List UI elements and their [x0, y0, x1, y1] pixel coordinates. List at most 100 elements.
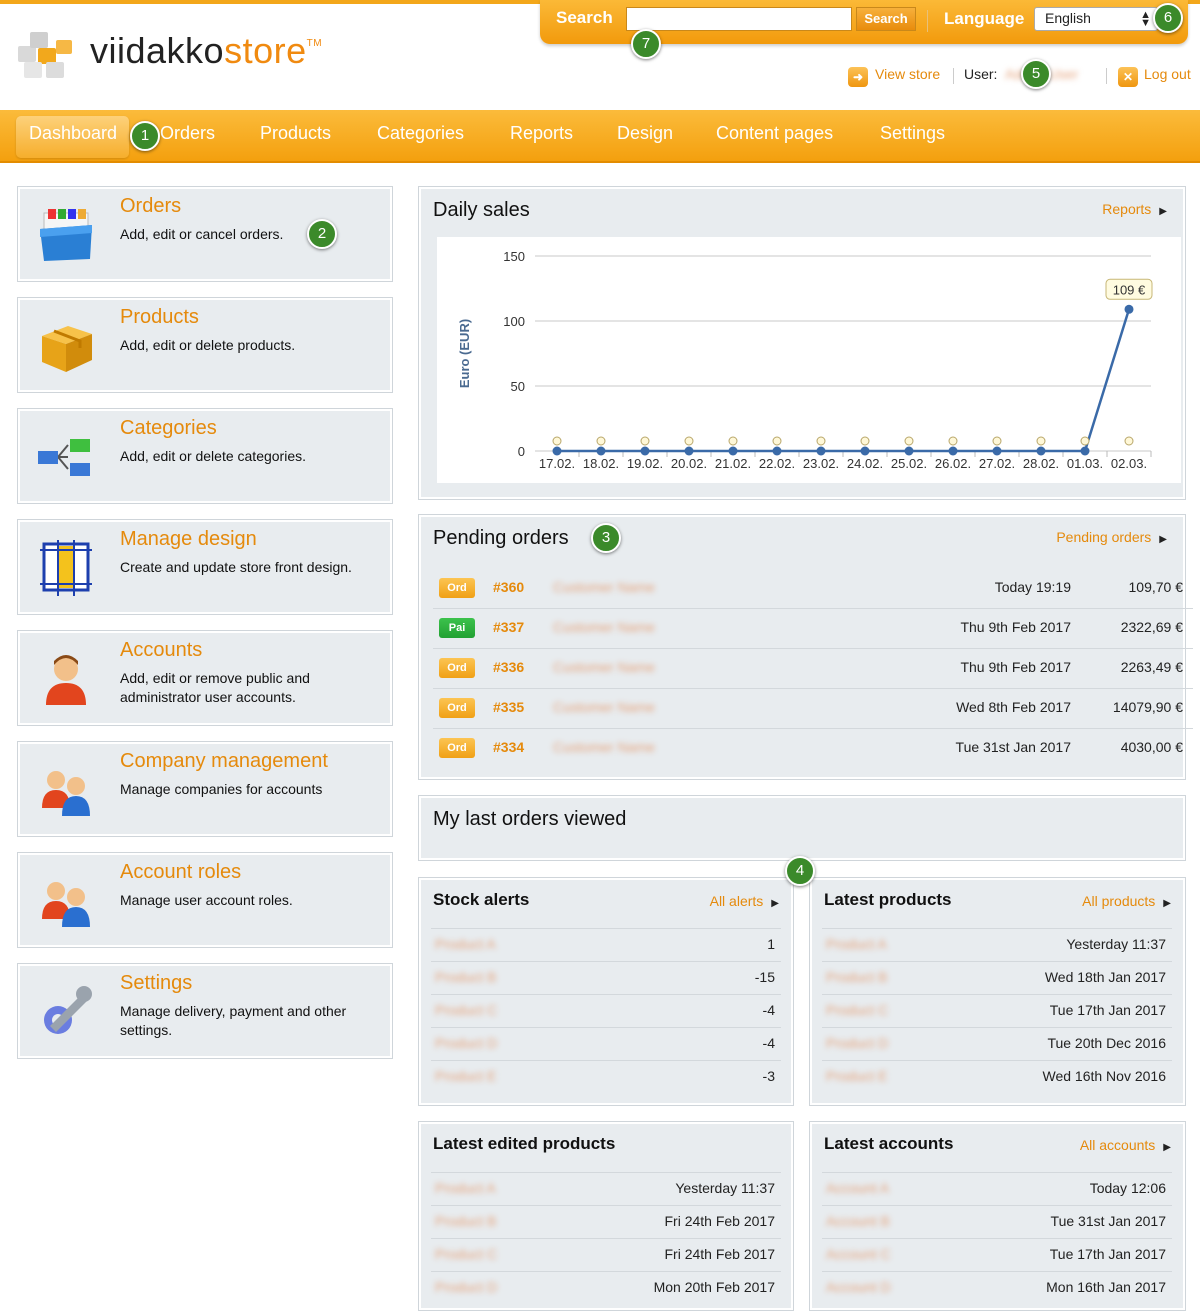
card-title[interactable]: Account roles [120, 861, 241, 884]
order-row[interactable]: Ord #336 Customer Name Thu 9th Feb 2017 … [433, 649, 1193, 689]
order-number[interactable]: #336 [493, 659, 524, 675]
latest-products-panel: Latest products All products ▶ Product A Y… [809, 877, 1186, 1106]
x-tick-label: 28.02. [1023, 456, 1059, 471]
nav-orders[interactable]: Orders [160, 123, 215, 144]
order-amount: 2322,69 € [1120, 619, 1183, 635]
search-button[interactable]: Search [856, 7, 916, 31]
logo-icon[interactable] [16, 26, 78, 82]
list-item[interactable]: Product C Fri 24th Feb 2017 [431, 1239, 781, 1272]
language-selected-value: English [1045, 10, 1091, 26]
search-input[interactable] [626, 7, 852, 31]
product-date: Wed 18th Jan 2017 [1044, 969, 1166, 985]
list-item[interactable]: Product D Tue 20th Dec 2016 [822, 1028, 1172, 1061]
list-item[interactable]: Product D -4 [431, 1028, 781, 1061]
x-tick-label: 23.02. [803, 456, 839, 471]
card-categories[interactable]: Categories Add, edit or delete categorie… [17, 408, 393, 504]
card-company-management[interactable]: Company management Manage companies for … [17, 741, 393, 837]
nav-reports[interactable]: Reports [510, 123, 573, 144]
order-date: Thu 9th Feb 2017 [960, 619, 1071, 635]
arrow-right-icon: ➜ [848, 67, 868, 87]
view-store-link[interactable]: View store [875, 66, 940, 82]
card-title[interactable]: Settings [120, 972, 192, 995]
secondary-point [1036, 436, 1046, 446]
list-item[interactable]: Product C Tue 17th Jan 2017 [822, 995, 1172, 1028]
customer-name: Customer Name [553, 739, 655, 755]
nav-settings[interactable]: Settings [880, 123, 945, 144]
all-accounts-link[interactable]: All accounts ▶ [1080, 1137, 1171, 1153]
categories-tree-icon [38, 439, 90, 476]
list-item[interactable]: Product A 1 [431, 929, 781, 962]
reports-link[interactable]: Reports ▶ [1102, 201, 1167, 217]
order-number[interactable]: #334 [493, 739, 524, 755]
x-tick-label: 25.02. [891, 456, 927, 471]
card-manage-design[interactable]: Manage design Create and update store fr… [17, 519, 393, 615]
stock-value: 1 [767, 936, 775, 952]
order-number[interactable]: #337 [493, 619, 524, 635]
list-item[interactable]: Account B Tue 31st Jan 2017 [822, 1206, 1172, 1239]
chevron-right-icon: ▶ [1159, 206, 1167, 217]
order-row[interactable]: Ord #335 Customer Name Wed 8th Feb 2017 … [433, 689, 1193, 729]
callout-marker: 2 [307, 219, 337, 249]
all-alerts-link[interactable]: All alerts ▶ [710, 893, 779, 909]
chevron-right-icon: ▶ [1163, 898, 1171, 909]
list-item[interactable]: Product E Wed 16th Nov 2016 [822, 1061, 1172, 1094]
y-tick-label: 150 [503, 249, 525, 264]
card-title[interactable]: Products [120, 306, 199, 329]
logout-link[interactable]: Log out [1144, 66, 1191, 82]
status-badge: Ord [439, 658, 475, 678]
nav-content-pages[interactable]: Content pages [716, 123, 833, 144]
order-row[interactable]: Pai #337 Customer Name Thu 9th Feb 2017 … [433, 609, 1193, 649]
list-item[interactable]: Product A Yesterday 11:37 [822, 929, 1172, 962]
list-item[interactable]: Account C Tue 17th Jan 2017 [822, 1239, 1172, 1272]
latest-accounts-panel: Latest accounts All accounts ▶ Account A T… [809, 1121, 1186, 1311]
design-layout-icon [40, 540, 92, 596]
language-select[interactable]: English ▲ ▼ [1034, 7, 1158, 31]
order-number[interactable]: #335 [493, 699, 524, 715]
list-item[interactable]: Product D Mon 20th Feb 2017 [431, 1272, 781, 1305]
card-accounts[interactable]: Accounts Add, edit or remove public and … [17, 630, 393, 726]
product-name: Product A [435, 936, 496, 952]
logo-text[interactable]: viidakkostoreTM [90, 30, 322, 72]
nav-design[interactable]: Design [617, 123, 673, 144]
all-accounts-link-label: All accounts [1079, 1137, 1156, 1153]
list-item[interactable]: Product B Wed 18th Jan 2017 [822, 962, 1172, 995]
product-name: Product A [435, 1180, 496, 1196]
card-account-roles[interactable]: Account roles Manage user account roles. [17, 852, 393, 948]
order-row[interactable]: Ord #334 Customer Name Tue 31st Jan 2017… [433, 729, 1193, 769]
card-title[interactable]: Manage design [120, 528, 257, 551]
logo-text-part1: viidakko [90, 30, 225, 71]
card-title[interactable]: Orders [120, 195, 181, 218]
list-item[interactable]: Product E -3 [431, 1061, 781, 1094]
data-point [640, 446, 650, 456]
list-item[interactable]: Account A Today 12:06 [822, 1173, 1172, 1206]
product-name: Product D [435, 1279, 498, 1295]
list-item[interactable]: Product B -15 [431, 962, 781, 995]
list-item[interactable]: Product A Yesterday 11:37 [431, 1173, 781, 1206]
card-products[interactable]: Products Add, edit or delete products. [17, 297, 393, 393]
x-tick-label: 24.02. [847, 456, 883, 471]
pending-orders-panel: Pending orders Pending orders ▶ Ord #360 … [418, 514, 1193, 780]
nav-dashboard[interactable]: Dashboard [29, 123, 117, 144]
order-amount: 14079,90 € [1112, 699, 1183, 715]
account-name: Account A [826, 1180, 890, 1196]
card-settings[interactable]: Settings Manage delivery, payment and ot… [17, 963, 393, 1059]
card-description: Manage companies for accounts [120, 781, 323, 797]
list-item[interactable]: Product C -4 [431, 995, 781, 1028]
all-products-link[interactable]: All products ▶ [1082, 893, 1171, 909]
data-point [552, 446, 562, 456]
list-item[interactable]: Product B Fri 24th Feb 2017 [431, 1206, 781, 1239]
secondary-point [816, 436, 826, 446]
card-title[interactable]: Categories [120, 417, 217, 440]
order-number[interactable]: #360 [493, 579, 524, 595]
card-title[interactable]: Accounts [120, 639, 202, 662]
order-row[interactable]: Ord #360 Customer Name Today 19:19 109,7… [433, 569, 1193, 609]
nav-categories[interactable]: Categories [377, 123, 464, 144]
nav-products[interactable]: Products [260, 123, 331, 144]
pending-orders-link[interactable]: Pending orders ▶ [1056, 529, 1167, 545]
card-title[interactable]: Company management [120, 750, 328, 773]
list-item[interactable]: Account D Mon 16th Jan 2017 [822, 1272, 1172, 1305]
close-icon: ✕ [1118, 67, 1138, 87]
user-icon [46, 655, 86, 705]
panel-title: Latest accounts [824, 1134, 954, 1153]
all-products-link-label: All products [1082, 893, 1156, 909]
